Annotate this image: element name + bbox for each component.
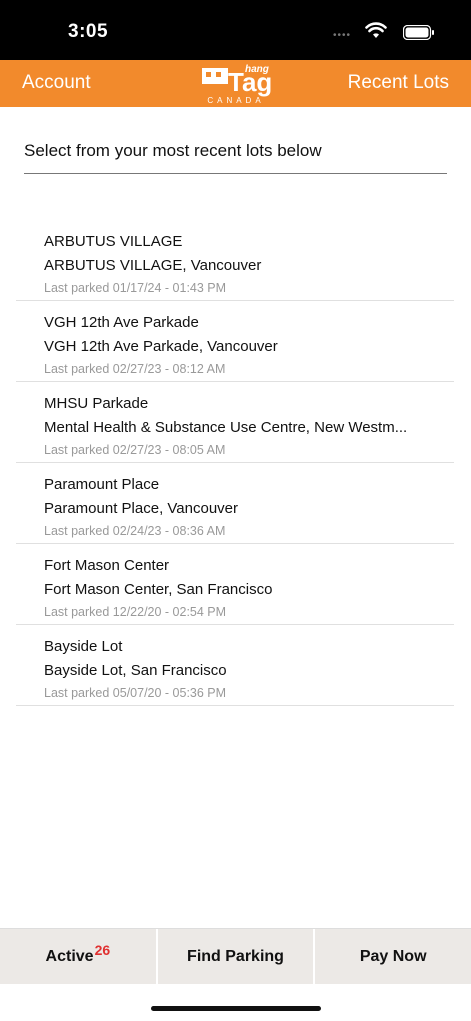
lot-item[interactable]: Paramount Place Paramount Place, Vancouv… (16, 463, 454, 544)
lot-item[interactable]: MHSU Parkade Mental Health & Substance U… (16, 382, 454, 463)
tab-active-label: Active (45, 947, 94, 965)
active-count-badge: 26 (94, 941, 111, 958)
tab-find-parking[interactable]: Find Parking (158, 929, 316, 984)
lot-name: Fort Mason Center (44, 557, 170, 574)
recent-lots-list: ARBUTUS VILLAGE ARBUTUS VILLAGE, Vancouv… (16, 220, 454, 706)
battery-icon (403, 25, 434, 40)
tab-pay-now-label: Pay Now (359, 947, 427, 965)
lot-last-parked: Last parked 02/27/23 - 08:05 AM (44, 443, 226, 457)
lot-name: ARBUTUS VILLAGE (44, 233, 183, 250)
logo-tag-text: Tag (228, 67, 273, 97)
lot-item[interactable]: Fort Mason Center Fort Mason Center, San… (16, 544, 454, 625)
lot-address: Mental Health & Substance Use Centre, Ne… (44, 419, 408, 436)
lot-last-parked: Last parked 01/17/24 - 01:43 PM (44, 281, 227, 295)
bottom-tab-bar: Active 26 Find Parking Pay Now (0, 928, 471, 984)
nav-bar: Account hang Tag CANADA Recent Lots (0, 60, 471, 107)
lot-item[interactable]: ARBUTUS VILLAGE ARBUTUS VILLAGE, Vancouv… (16, 220, 454, 301)
lot-item[interactable]: Bayside Lot Bayside Lot, San Francisco L… (16, 625, 454, 706)
lot-name: MHSU Parkade (44, 395, 149, 412)
lot-name: Paramount Place (44, 476, 160, 493)
signal-icon: •••• (332, 30, 351, 41)
status-bar: 3:05 •••• (0, 0, 471, 60)
lot-address: Fort Mason Center, San Francisco (44, 581, 273, 598)
tab-find-parking-label: Find Parking (187, 947, 284, 965)
tab-pay-now[interactable]: Pay Now (315, 929, 471, 984)
status-time: 3:05 (68, 21, 109, 42)
lot-name: Bayside Lot (44, 638, 123, 655)
wifi-icon (365, 22, 387, 38)
lot-address: VGH 12th Ave Parkade, Vancouver (44, 338, 278, 355)
lot-last-parked: Last parked 05/07/20 - 05:36 PM (44, 686, 227, 700)
hangtag-logo: hang Tag CANADA (201, 64, 273, 105)
lot-address: Paramount Place, Vancouver (44, 500, 238, 517)
recent-lots-title: Recent Lots (347, 72, 449, 93)
lot-last-parked: Last parked 12/22/20 - 02:54 PM (44, 605, 227, 619)
account-button[interactable]: Account (22, 72, 91, 94)
lot-name: VGH 12th Ave Parkade (44, 314, 199, 331)
lot-last-parked: Last parked 02/24/23 - 08:36 AM (44, 524, 226, 538)
recent-lots-prompt: Select from your most recent lots below (24, 141, 322, 160)
prompt-divider (24, 173, 447, 174)
home-indicator[interactable] (151, 1006, 321, 1011)
tab-active[interactable]: Active 26 (0, 929, 158, 984)
lot-last-parked: Last parked 02/27/23 - 08:12 AM (44, 362, 226, 376)
lot-item[interactable]: VGH 12th Ave Parkade VGH 12th Ave Parkad… (16, 301, 454, 382)
lot-address: ARBUTUS VILLAGE, Vancouver (44, 257, 262, 274)
logo-ticket-icon (202, 68, 228, 84)
lot-address: Bayside Lot, San Francisco (44, 662, 227, 679)
logo-canada-text: CANADA (207, 96, 265, 105)
